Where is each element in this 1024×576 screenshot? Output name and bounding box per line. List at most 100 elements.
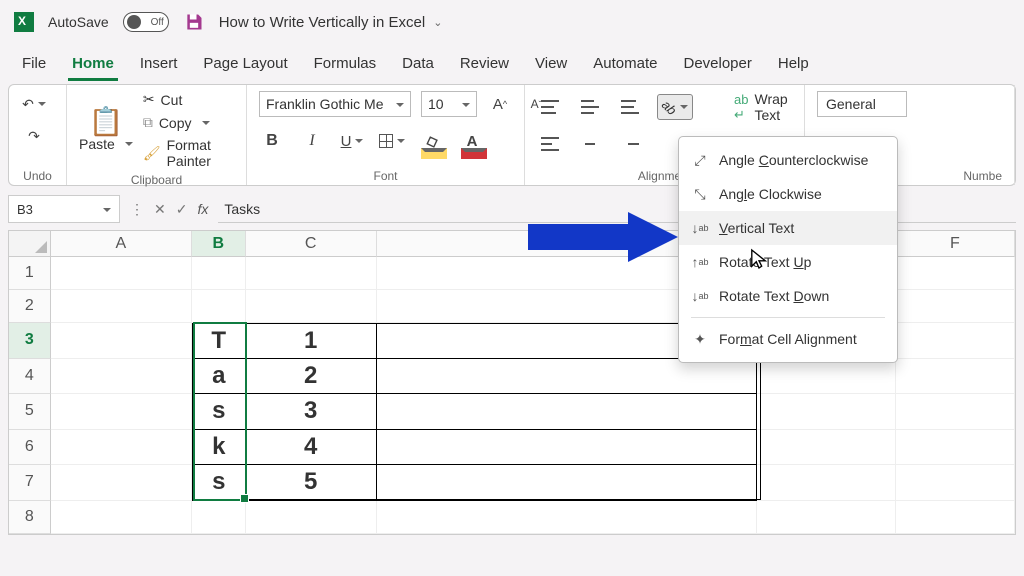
fill-color-button[interactable]: ◇ (419, 128, 445, 154)
number-format-select[interactable]: General (817, 91, 907, 117)
cell[interactable] (51, 430, 192, 466)
cell[interactable] (757, 501, 896, 534)
row-header-3[interactable]: 3 (9, 323, 51, 359)
cell[interactable] (896, 323, 1015, 359)
cell[interactable] (377, 501, 757, 534)
tab-page-layout[interactable]: Page Layout (199, 49, 291, 78)
font-name-select[interactable]: Franklin Gothic Me (259, 91, 411, 117)
menu-angle-cw[interactable]: ⤡Angle Clockwise (679, 177, 897, 211)
cell[interactable] (246, 501, 377, 534)
cell[interactable] (246, 290, 377, 323)
tab-file[interactable]: File (18, 49, 50, 78)
cell[interactable] (51, 290, 192, 323)
row-header-4[interactable]: 4 (9, 359, 51, 395)
cut-button[interactable]: ✂Cut (143, 91, 234, 108)
tab-data[interactable]: Data (398, 49, 438, 78)
align-middle-icon[interactable] (577, 94, 603, 120)
tab-automate[interactable]: Automate (589, 49, 661, 78)
align-right-icon[interactable] (617, 131, 643, 157)
cell[interactable]: k (192, 430, 246, 466)
cell[interactable]: T (192, 323, 246, 359)
cell[interactable]: 5 (246, 465, 377, 501)
row-header-6[interactable]: 6 (9, 430, 51, 466)
tab-insert[interactable]: Insert (136, 49, 182, 78)
format-painter-button[interactable]: 🖌Format Painter (143, 137, 234, 169)
col-header-f[interactable]: F (896, 231, 1015, 257)
underline-button[interactable]: U (339, 128, 365, 154)
cell[interactable] (51, 394, 192, 430)
cell[interactable]: s (192, 465, 246, 501)
row-header-2[interactable]: 2 (9, 290, 51, 323)
fx-menu-icon[interactable]: ⋮ (130, 201, 144, 218)
align-bottom-icon[interactable] (617, 94, 643, 120)
align-center-icon[interactable] (577, 131, 603, 157)
row-header-1[interactable]: 1 (9, 257, 51, 290)
cell[interactable] (192, 290, 246, 323)
name-box[interactable]: B3 (8, 195, 120, 223)
tab-review[interactable]: Review (456, 49, 513, 78)
tab-view[interactable]: View (531, 49, 571, 78)
cell[interactable] (896, 257, 1015, 290)
cell[interactable] (896, 359, 1015, 395)
cancel-icon[interactable]: ✕ (154, 201, 166, 218)
title-chevron-icon[interactable]: ⌄ (433, 16, 442, 29)
cell[interactable] (896, 430, 1015, 466)
tab-home[interactable]: Home (68, 49, 118, 78)
enter-icon[interactable]: ✓ (176, 201, 188, 218)
menu-vertical-text[interactable]: ↓abVertical Text (679, 211, 897, 245)
cell[interactable]: s (192, 394, 246, 430)
copy-button[interactable]: ⧉Copy (143, 114, 234, 131)
orientation-button[interactable]: ab (657, 94, 693, 120)
cell[interactable]: a (192, 359, 246, 395)
select-all-corner[interactable] (9, 231, 51, 257)
menu-angle-ccw[interactable]: ⤢Angle Counterclockwise (679, 143, 897, 177)
menu-rotate-down[interactable]: ↓abRotate Text Down (679, 279, 897, 313)
cell[interactable] (246, 257, 377, 290)
increase-font-icon[interactable]: A^ (487, 91, 513, 117)
tab-help[interactable]: Help (774, 49, 813, 78)
cell[interactable] (377, 394, 757, 430)
cell[interactable] (51, 323, 192, 359)
cell[interactable] (51, 501, 192, 534)
save-icon[interactable] (183, 11, 205, 33)
cell[interactable] (757, 394, 896, 430)
font-size-select[interactable]: 10 (421, 91, 477, 117)
align-top-icon[interactable] (537, 94, 563, 120)
col-header-a[interactable]: A (51, 231, 192, 257)
row-header-8[interactable]: 8 (9, 501, 51, 534)
cell[interactable] (377, 430, 757, 466)
cell[interactable] (192, 257, 246, 290)
cell[interactable] (51, 257, 192, 290)
tab-formulas[interactable]: Formulas (310, 49, 381, 78)
cell[interactable] (896, 290, 1015, 323)
cell[interactable] (757, 430, 896, 466)
paste-icon[interactable]: 📋 (88, 108, 123, 134)
cell[interactable] (377, 359, 757, 395)
undo-button[interactable]: ↶ (21, 91, 47, 117)
redo-button[interactable]: ↷ (21, 123, 47, 149)
col-header-c[interactable]: C (246, 231, 377, 257)
autosave-toggle[interactable]: Off (123, 12, 169, 32)
cell[interactable] (192, 501, 246, 534)
cell[interactable]: 2 (246, 359, 377, 395)
borders-button[interactable] (379, 128, 405, 154)
cell[interactable] (377, 465, 757, 501)
menu-format-alignment[interactable]: ✦Format Cell Alignment (679, 322, 897, 356)
align-left-icon[interactable] (537, 131, 563, 157)
cell[interactable] (51, 465, 192, 501)
cell[interactable] (757, 359, 896, 395)
col-header-b[interactable]: B (192, 231, 246, 257)
wrap-text-button[interactable]: ab↵ Wrap Text (734, 91, 792, 123)
row-header-7[interactable]: 7 (9, 465, 51, 501)
menu-rotate-up[interactable]: ↑abRotate Text Up (679, 245, 897, 279)
cell[interactable] (896, 394, 1015, 430)
italic-button[interactable]: I (299, 128, 325, 154)
cell[interactable] (757, 465, 896, 501)
row-header-5[interactable]: 5 (9, 394, 51, 430)
fx-icon[interactable]: fx (197, 201, 208, 217)
cell[interactable]: 4 (246, 430, 377, 466)
cell[interactable]: 1 (246, 323, 377, 359)
cell[interactable] (896, 465, 1015, 501)
cell[interactable] (51, 359, 192, 395)
tab-developer[interactable]: Developer (679, 49, 755, 78)
